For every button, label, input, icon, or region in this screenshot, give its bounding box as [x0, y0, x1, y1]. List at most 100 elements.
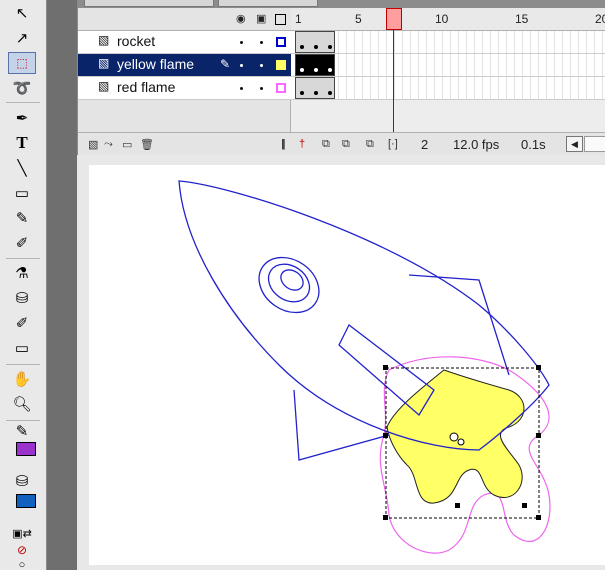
- keyframe-span[interactable]: [295, 54, 335, 76]
- text-tool[interactable]: T: [8, 132, 36, 154]
- document-tab[interactable]: [218, 0, 318, 7]
- lock-dot[interactable]: [260, 41, 263, 44]
- ink-bottle-icon: ⚗: [15, 265, 29, 282]
- ruler-number: 5: [355, 12, 362, 26]
- visibility-dot[interactable]: [240, 41, 243, 44]
- eye-icon[interactable]: ◉: [236, 12, 246, 25]
- insert-folder-icon[interactable]: ▭: [122, 138, 132, 151]
- frames-row-yellow-flame[interactable]: [291, 54, 605, 77]
- selection-tool[interactable]: ↖: [8, 2, 36, 24]
- lock-icon[interactable]: ▣: [256, 12, 266, 25]
- layer-header: ◉ ▣: [78, 8, 291, 31]
- frame-rate-readout: 12.0 fps: [453, 137, 500, 152]
- fill-bucket-icon: ⛁: [15, 473, 29, 490]
- rectangle-icon: ▭: [14, 185, 30, 202]
- brush-icon: ✐: [15, 235, 29, 252]
- modify-onion-markers-icon[interactable]: [·]: [388, 138, 398, 150]
- panel-gutter: [47, 0, 77, 570]
- keyframe-dot: [314, 91, 318, 95]
- ink-bottle-tool[interactable]: ⚗: [8, 262, 36, 284]
- keyframe-dot: [300, 45, 304, 49]
- layer-name: rocket: [117, 33, 156, 49]
- lasso-tool[interactable]: ➰: [8, 77, 36, 99]
- no-color-button[interactable]: ⊘: [8, 542, 36, 558]
- frame-ruler: 1 5 10 15 20: [291, 8, 605, 31]
- ruler-number: 15: [515, 12, 529, 26]
- rectangle-tool[interactable]: ▭: [8, 182, 36, 204]
- add-motion-guide-icon[interactable]: ⤳: [104, 138, 113, 151]
- paint-bucket-tool[interactable]: ⛁: [8, 287, 36, 309]
- transform-handle[interactable]: [383, 515, 388, 520]
- pen-tool[interactable]: ✒: [8, 107, 36, 129]
- keyframe-span[interactable]: [295, 77, 335, 99]
- snap-button[interactable]: ○: [8, 559, 36, 571]
- brush-tool[interactable]: ✐: [8, 232, 36, 254]
- subselection-tool[interactable]: ↗: [8, 27, 36, 49]
- transform-handle[interactable]: [536, 433, 541, 438]
- document-tab[interactable]: [84, 0, 214, 7]
- layer-row-rocket[interactable]: ▧ rocket: [78, 31, 291, 54]
- keyframe-dot: [328, 91, 332, 95]
- frames-row-red-flame[interactable]: [291, 77, 605, 100]
- delete-layer-icon[interactable]: 🗑︎: [140, 138, 154, 151]
- free-transform-icon: ⬚: [16, 56, 28, 70]
- swap-colors-icon: ▣⇄: [12, 527, 32, 540]
- zoom-tool[interactable]: 🔍︎: [8, 393, 36, 415]
- visibility-dot[interactable]: [240, 64, 243, 67]
- transform-handle[interactable]: [383, 433, 388, 438]
- subselect-arrow-icon: ↗: [15, 30, 29, 47]
- onion-skin-outlines-icon[interactable]: ⧉: [342, 138, 350, 151]
- insert-layer-icon[interactable]: ▧: [88, 138, 98, 151]
- fill-color-swatch[interactable]: [16, 494, 36, 508]
- free-transform-tool[interactable]: ⬚: [8, 52, 36, 74]
- pencil-edit-icon: ✎: [220, 57, 231, 71]
- lock-dot[interactable]: [260, 64, 263, 67]
- layer-icon: ▧: [98, 56, 110, 70]
- layer-row-red-flame[interactable]: ▧ red flame: [78, 77, 291, 100]
- registration-point[interactable]: [457, 438, 465, 446]
- transform-point[interactable]: [449, 432, 459, 442]
- keyframe-dot: [300, 68, 304, 72]
- transform-handle[interactable]: [536, 515, 541, 520]
- transform-handle[interactable]: [536, 365, 541, 370]
- transform-handle[interactable]: [522, 503, 527, 508]
- text-icon: T: [16, 133, 28, 152]
- transform-handle[interactable]: [383, 365, 388, 370]
- ruler-number: 10: [435, 12, 449, 26]
- pencil-icon: ✎: [15, 210, 29, 227]
- ruler-number: 20: [595, 12, 605, 26]
- fill-color-label: ⛁: [8, 472, 36, 490]
- eraser-tool[interactable]: ▭: [8, 337, 36, 359]
- visibility-dot[interactable]: [240, 87, 243, 90]
- center-frame-icon[interactable]: †: [299, 138, 305, 150]
- default-colors-button[interactable]: ▣⇄: [8, 525, 36, 541]
- line-icon: ╲: [17, 160, 27, 177]
- edit-multiple-frames-icon[interactable]: ⧉: [366, 138, 374, 151]
- eyedropper-tool[interactable]: ✐: [8, 312, 36, 334]
- rocket-artwork: [178, 180, 551, 554]
- transform-handle[interactable]: [455, 503, 460, 508]
- keyframe-span[interactable]: [295, 31, 335, 53]
- hand-tool[interactable]: ✋: [8, 368, 36, 390]
- horizontal-scrollbar[interactable]: [584, 136, 605, 152]
- outline-color-square[interactable]: [276, 60, 286, 70]
- playhead-handle[interactable]: [386, 8, 402, 30]
- outline-color-square[interactable]: [276, 83, 286, 93]
- keyframe-dot: [314, 68, 318, 72]
- scroll-left-button[interactable]: ◀: [566, 136, 583, 152]
- onion-skin-icon[interactable]: ⧉: [322, 138, 330, 151]
- toolbar-divider: [6, 420, 40, 421]
- outline-icon[interactable]: [275, 14, 286, 25]
- layer-name: red flame: [117, 79, 176, 95]
- stroke-color-swatch[interactable]: [16, 442, 36, 456]
- hand-icon: ✋: [12, 371, 32, 388]
- lock-dot[interactable]: [260, 87, 263, 90]
- eraser-icon: ▭: [14, 340, 30, 357]
- toolbar-divider: [6, 102, 40, 103]
- line-tool[interactable]: ╲: [8, 157, 36, 179]
- pencil-tool[interactable]: ✎: [8, 207, 36, 229]
- outline-color-square[interactable]: [276, 37, 286, 47]
- layer-row-yellow-flame[interactable]: ▧ yellow flame ✎: [78, 54, 291, 77]
- frames-row-rocket[interactable]: [291, 31, 605, 54]
- keyframe-dot: [328, 45, 332, 49]
